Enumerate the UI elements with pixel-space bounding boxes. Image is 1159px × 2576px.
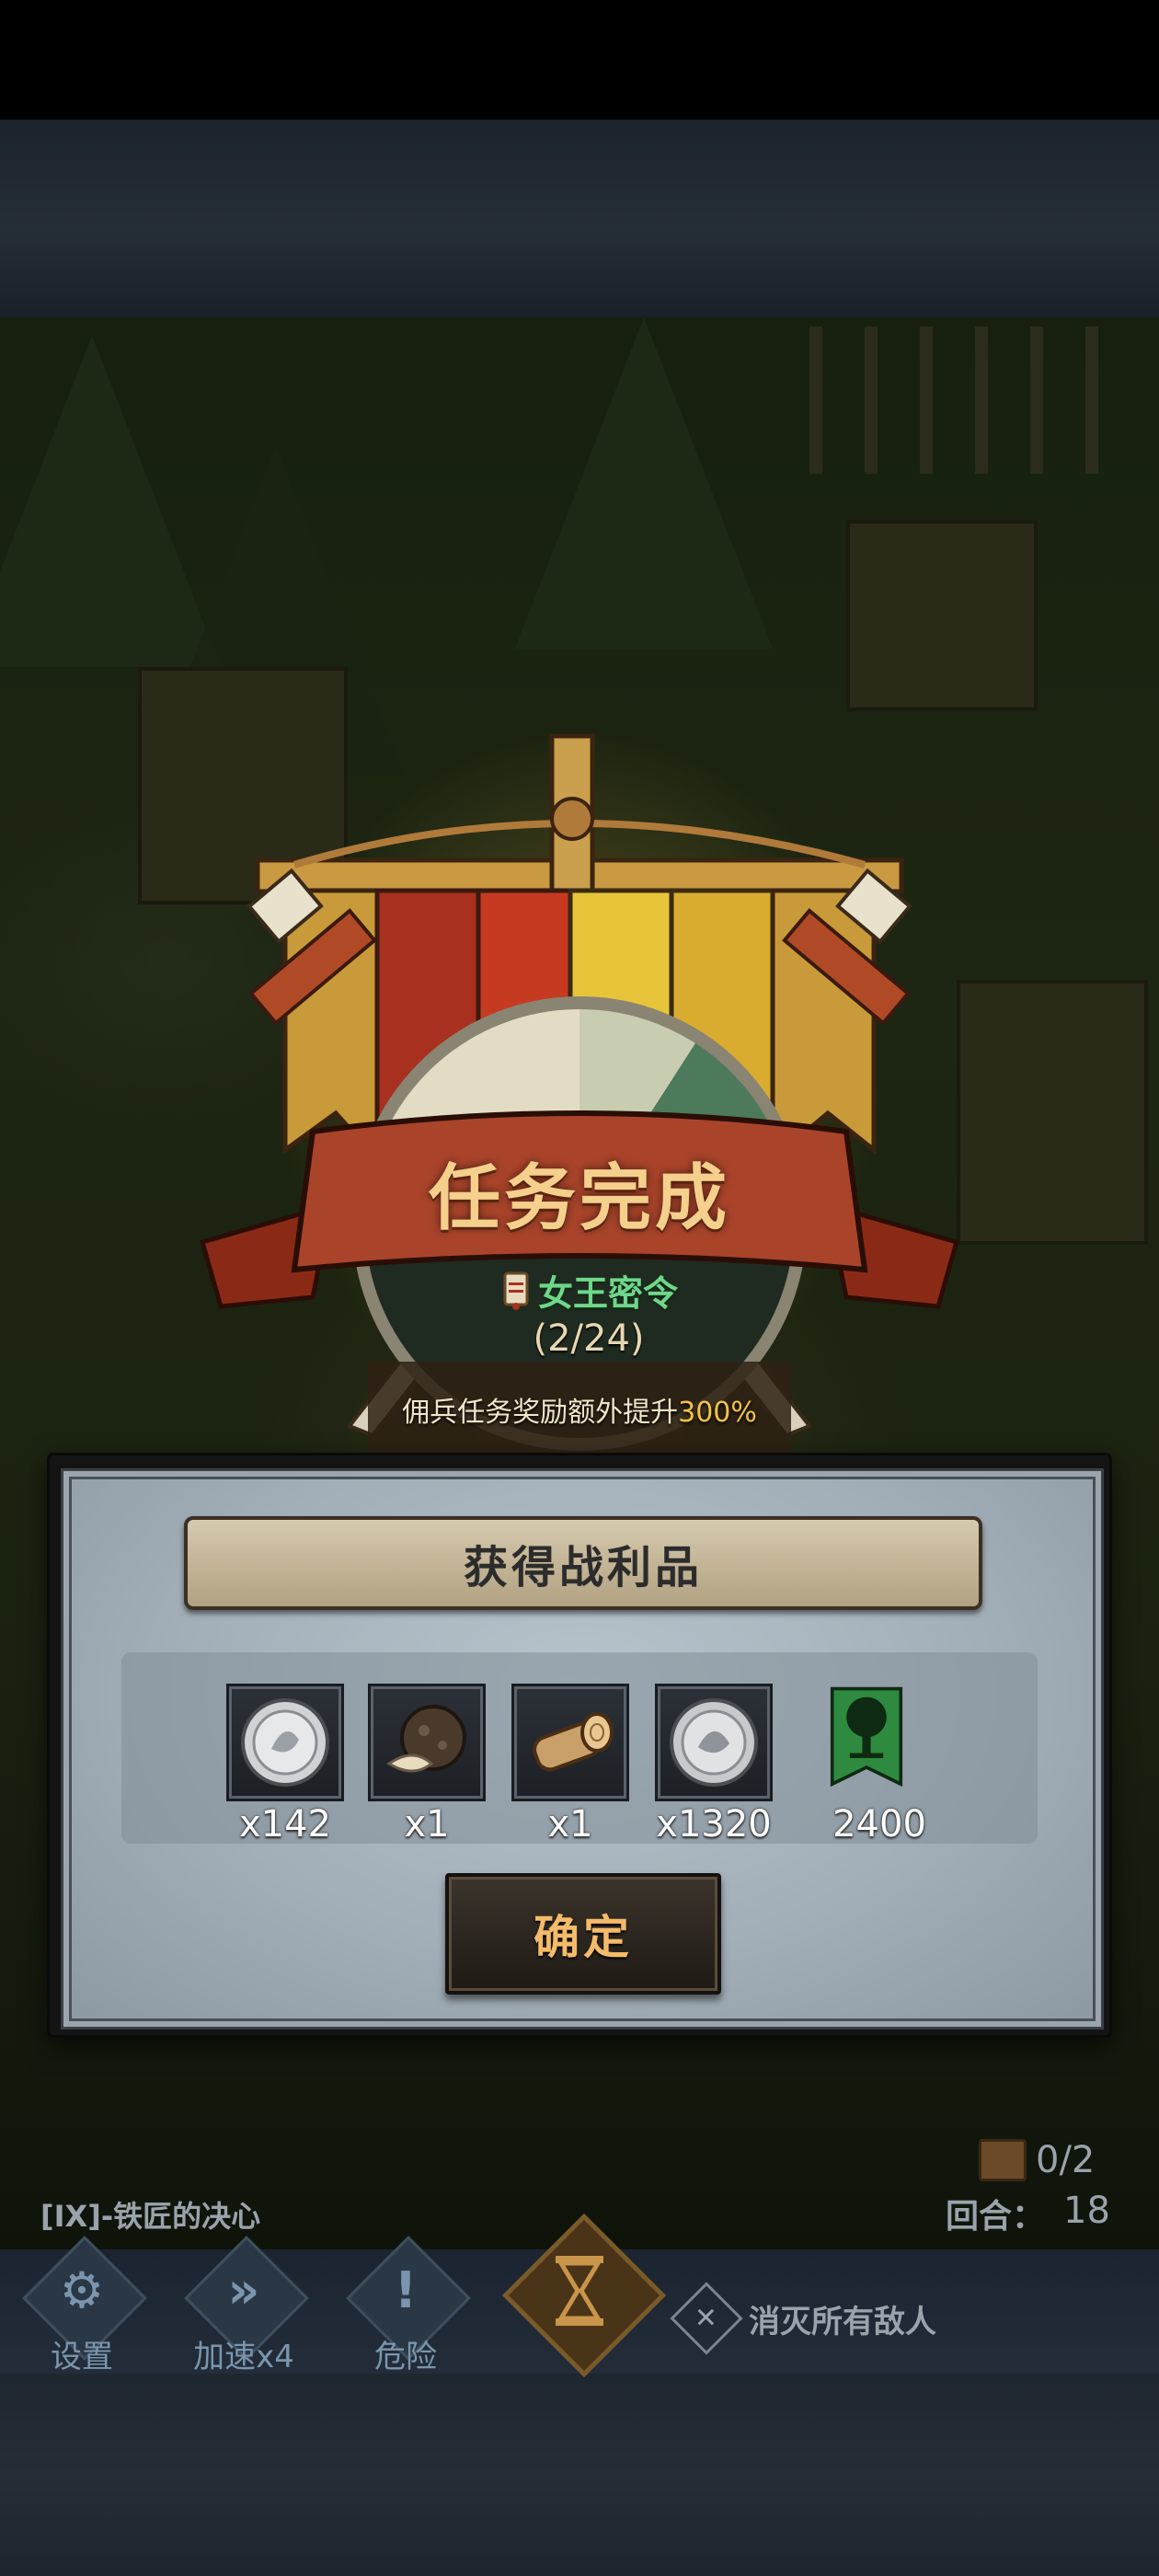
item-quantity: 2400 <box>832 1803 926 1846</box>
top-band <box>0 120 1159 317</box>
hourglass-icon <box>556 2256 603 2326</box>
item-quantity: x1320 <box>656 1803 772 1846</box>
danger-button[interactable]: ! 危险 <box>337 2236 475 2375</box>
quest-name-row: 女王密令 <box>478 1262 699 1317</box>
fence-post <box>1085 327 1098 474</box>
settings-button[interactable]: ⚙ 设置 <box>13 2236 151 2375</box>
objective: ✕ 消灭所有敌人 <box>670 2282 936 2355</box>
round-label: 回合： <box>946 2198 1046 2236</box>
fast-forward-icon: » <box>227 2261 260 2319</box>
bonus-percent: 300% <box>678 1397 757 1429</box>
loot-item[interactable]: x1 <box>511 1684 629 1849</box>
crossed-swords-icon: ✕ <box>694 2302 718 2335</box>
exclamation-icon: ! <box>394 2261 418 2319</box>
silver-coin-icon <box>241 1698 329 1787</box>
pine-tree <box>515 317 773 649</box>
fence-post <box>865 327 878 474</box>
quest-complete-title: 任务完成 <box>428 1157 730 1240</box>
speed-label: 加速x4 <box>193 2339 294 2375</box>
bottom-band <box>0 2374 1159 2576</box>
round-value: 18 <box>1063 2190 1110 2232</box>
truffle-icon <box>386 1705 466 1773</box>
end-turn-button[interactable] <box>501 2213 667 2378</box>
status-bar-area <box>0 0 1159 120</box>
wood-log-icon <box>533 1712 614 1772</box>
tree-banner-icon <box>830 1686 903 1788</box>
loot-banner: 获得战利品 <box>184 1516 982 1610</box>
silver-coin-icon <box>670 1698 758 1787</box>
hut <box>957 980 1148 1245</box>
loot-item[interactable]: x1320 <box>655 1684 773 1849</box>
hut <box>846 520 1038 711</box>
settings-label: 设置 <box>51 2339 113 2375</box>
item-slot <box>655 1684 773 1801</box>
loot-item[interactable]: x1 <box>368 1684 486 1849</box>
loot-item[interactable]: 2400 <box>811 1684 929 1849</box>
chest-counter-value: 0/2 <box>1036 2139 1096 2181</box>
objective-frame: ✕ <box>670 2282 743 2355</box>
loot-item[interactable]: x142 <box>226 1684 344 1849</box>
loot-title: 获得战利品 <box>463 1542 703 1593</box>
confirm-button[interactable]: 确定 <box>445 1873 721 1995</box>
quest-progress: (2/24) <box>533 1317 645 1360</box>
speed-button[interactable]: » 加速x4 <box>175 2236 313 2375</box>
level-title: [IX]-铁匠的决心 <box>40 2199 261 2234</box>
bonus-description: 佣兵任务奖励额外提升 <box>402 1397 679 1429</box>
fence-post <box>975 327 988 474</box>
fence-post <box>809 327 822 474</box>
scroll-icon <box>503 1271 529 1310</box>
item-slot <box>511 1684 629 1801</box>
quest-name: 女王密令 <box>537 1272 678 1314</box>
item-slot <box>368 1684 486 1801</box>
confirm-button-label: 确定 <box>534 1911 633 1964</box>
item-slot <box>226 1684 344 1801</box>
fence-post <box>1030 327 1043 474</box>
objective-text: 消灭所有敌人 <box>749 2303 936 2340</box>
chest-counter: 0/2 <box>979 2134 1117 2186</box>
fence-post <box>920 327 933 474</box>
treasure-chest-icon <box>979 2139 1027 2181</box>
gear-icon: ⚙ <box>59 2261 105 2319</box>
danger-label: 危险 <box>374 2339 437 2375</box>
bonus-text: 佣兵任务奖励额外提升300% <box>350 1389 809 1430</box>
